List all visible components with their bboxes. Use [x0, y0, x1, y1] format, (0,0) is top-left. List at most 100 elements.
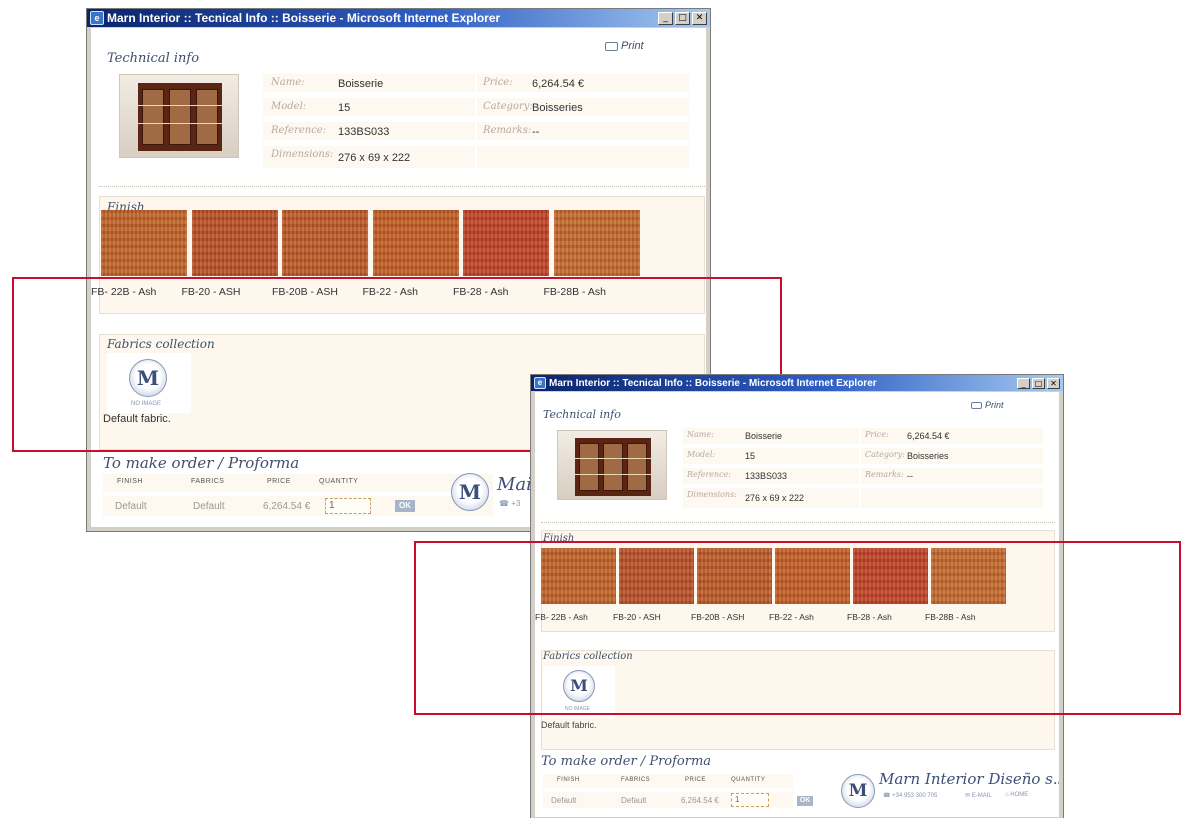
email-link[interactable]: ✉ E-MAIL [965, 792, 992, 799]
finish-swatch[interactable] [775, 548, 850, 604]
reference-label: Reference: [687, 470, 732, 479]
name-value: Boisserie [745, 431, 783, 441]
order-heading: To make order / Proforma [103, 454, 300, 472]
finish-label: FB-28B - Ash [543, 286, 606, 298]
brand-logo-icon: M [451, 473, 489, 511]
cabinet-illustration [138, 83, 222, 151]
title-bar[interactable]: e Marn Interior :: Tecnical Info :: Bois… [87, 9, 710, 27]
reference-value: 133BS033 [745, 471, 788, 481]
ok-button[interactable]: OK [797, 796, 813, 806]
brand-name: Mai [497, 474, 532, 495]
reference-label: Reference: [271, 125, 327, 136]
category-label: Category: [865, 450, 905, 459]
quantity-input[interactable]: 1 [731, 793, 769, 807]
dimensions-label: Dimensions: [271, 149, 334, 160]
quantity-input[interactable]: 1 [325, 498, 371, 514]
minimize-icon[interactable]: _ [658, 11, 673, 25]
title-bar[interactable]: e Marn Interior :: Tecnical Info :: Bois… [531, 375, 1063, 391]
finish-swatch[interactable] [101, 210, 187, 276]
maximize-icon[interactable]: □ [1032, 377, 1045, 389]
price-label: Price: [483, 77, 513, 88]
finish-swatch[interactable] [553, 210, 640, 276]
maximize-icon[interactable]: □ [675, 11, 690, 25]
close-icon[interactable]: ✕ [1047, 377, 1060, 389]
ie-logo-icon: e [90, 11, 104, 25]
finish-swatch[interactable] [853, 548, 928, 604]
order-finish-value: Default [115, 501, 147, 512]
finish-label: FB- 22B - Ash [91, 286, 157, 298]
fabric-thumb[interactable]: M no image [107, 353, 191, 413]
fleur-logo-icon: M [129, 359, 167, 397]
finish-label: FB-28 - Ash [847, 612, 892, 622]
finish-swatch[interactable] [191, 210, 278, 276]
fabrics-heading: Fabrics collection [543, 651, 633, 662]
finish-label: FB-28 - Ash [453, 286, 509, 298]
order-header-finish: FINISH [557, 777, 580, 783]
order-header-price: PRICE [267, 478, 291, 485]
order-header-price: PRICE [685, 777, 706, 783]
finish-swatch[interactable] [463, 210, 549, 276]
order-header-quantity: QUANTITY [731, 777, 766, 783]
print-label: Print [621, 40, 644, 52]
finish-label: FB-20B - ASH [691, 612, 745, 622]
phone-text: ☎ +3 [499, 499, 521, 508]
price-label: Price: [865, 430, 889, 439]
minimize-icon[interactable]: _ [1017, 377, 1030, 389]
finish-swatch[interactable] [282, 210, 368, 276]
remarks-label: Remarks: [865, 470, 904, 479]
name-label: Name: [271, 77, 305, 88]
finish-swatch[interactable] [372, 210, 459, 276]
remarks-value: -- [907, 471, 913, 481]
page-content: Print Technical info Name: Boisserie Mod… [535, 392, 1059, 817]
phone-text: ☎ +34 953 300 705 [883, 793, 938, 799]
order-header-finish: FINISH [117, 478, 143, 485]
product-image [557, 430, 667, 500]
finish-swatch[interactable] [619, 548, 694, 604]
order-price-value: 6,264.54 € [681, 796, 719, 805]
technical-info-heading: Technical info [107, 51, 200, 66]
dimensions-value: 276 x 69 x 222 [745, 493, 805, 503]
dimensions-value: 276 x 69 x 222 [338, 152, 411, 164]
ie-window-front: e Marn Interior :: Tecnical Info :: Bois… [530, 374, 1064, 818]
separator [99, 186, 705, 187]
order-heading: To make order / Proforma [541, 754, 712, 769]
screenshot-stage: e Marn Interior :: Tecnical Info :: Bois… [0, 0, 1181, 818]
model-value: 15 [745, 451, 756, 461]
print-link[interactable]: Print [605, 40, 644, 52]
separator [541, 522, 1055, 523]
price-value: 6,264.54 € [907, 431, 950, 441]
finish-label: FB-22 - Ash [362, 286, 418, 298]
order-fabrics-value: Default [193, 501, 225, 512]
order-price-value: 6,264.54 € [263, 501, 311, 512]
name-value: Boisserie [338, 78, 384, 90]
brand-name: Marn Interior Diseño s.l. [879, 770, 1059, 788]
finish-label: FB- 22B - Ash [535, 612, 588, 622]
model-value: 15 [338, 102, 351, 114]
model-label: Model: [687, 450, 716, 459]
window-title: Marn Interior :: Tecnical Info :: Boisse… [549, 377, 877, 389]
ok-button[interactable]: OK [395, 500, 415, 512]
close-icon[interactable]: ✕ [692, 11, 707, 25]
no-image-label: no image [565, 706, 591, 712]
no-image-label: no image [131, 401, 162, 407]
finish-label: FB-20 - ASH [181, 286, 241, 298]
finish-label: FB-20B - ASH [272, 286, 338, 298]
order-header-quantity: QUANTITY [319, 478, 359, 485]
finish-swatch[interactable] [541, 548, 616, 604]
remarks-label: Remarks: [483, 125, 532, 136]
finish-heading: Finish [543, 533, 575, 544]
fabrics-panel [541, 650, 1055, 750]
brand-logo-icon: M [841, 774, 875, 808]
dimensions-label: Dimensions: [687, 490, 737, 499]
finish-label: FB-22 - Ash [769, 612, 814, 622]
technical-info-heading: Technical info [543, 408, 621, 421]
printer-icon [971, 402, 982, 410]
product-image [119, 74, 239, 158]
order-fabrics-value: Default [621, 796, 647, 805]
category-label: Category: [483, 101, 533, 112]
finish-swatch[interactable] [931, 548, 1006, 604]
fabric-thumb[interactable]: M no image [543, 666, 615, 718]
print-link[interactable]: Print [971, 400, 1004, 410]
finish-swatch[interactable] [697, 548, 772, 604]
home-link[interactable]: ⌂ HOME [1005, 792, 1028, 798]
